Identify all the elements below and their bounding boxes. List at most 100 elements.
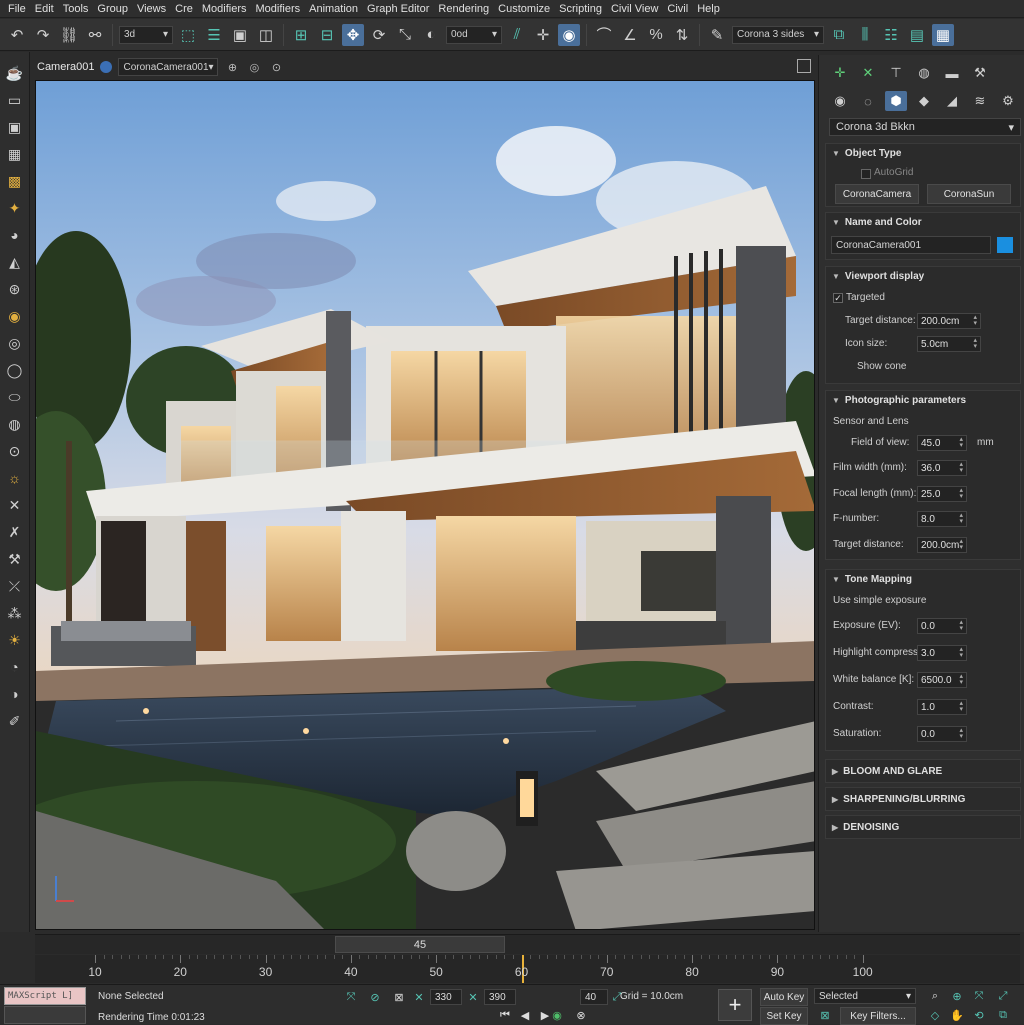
box-icon[interactable]: ▣ xyxy=(5,116,25,138)
modify-tab-icon[interactable]: ✕ xyxy=(857,63,879,83)
set-key-button[interactable]: Set Key xyxy=(760,1007,808,1025)
menu-item-modifiers[interactable]: Modifiers xyxy=(255,3,309,15)
contrast-spinner[interactable]: 1.0 ▴ ▾ xyxy=(917,699,967,715)
light-icon[interactable]: ✦ xyxy=(5,197,25,219)
edit-named-selection-icon[interactable]: ✎ xyxy=(706,24,728,46)
orbit-view-icon[interactable]: ⟲ xyxy=(970,1007,988,1023)
placement-icon[interactable]: ◐ xyxy=(420,24,442,46)
menu-item-edit[interactable]: Edit xyxy=(35,3,63,15)
unlink-icon[interactable]: ⚯ xyxy=(84,24,106,46)
helper-icon[interactable]: ⊙ xyxy=(5,440,25,462)
maxscript-listener-field[interactable]: MAXScript L] xyxy=(4,987,86,1005)
simple-exposure-label[interactable]: Use simple exposure xyxy=(833,595,926,606)
name-color-header[interactable]: ▼ Name and Color xyxy=(826,213,1020,231)
zoom-extents-icon[interactable]: ⤧ xyxy=(970,988,988,1004)
select-rotate-icon[interactable]: ⊟ xyxy=(316,24,338,46)
set-key-big-button[interactable]: + xyxy=(718,989,752,1021)
systems-category-icon[interactable]: ⚙ xyxy=(997,91,1019,111)
camera-icon[interactable]: ◔ xyxy=(5,656,25,678)
tools-icon[interactable]: ✗ xyxy=(5,521,25,543)
pan-icon[interactable]: ◎ xyxy=(246,59,262,75)
menu-item-animation[interactable]: Animation xyxy=(309,3,367,15)
film-width-spinner[interactable]: 36.0 ▴ ▾ xyxy=(917,460,967,476)
cone-icon[interactable]: ◭ xyxy=(5,251,25,273)
create-tab-icon[interactable]: ✛ xyxy=(829,63,851,83)
render-setup-icon[interactable]: ▦ xyxy=(932,23,954,46)
spacewarp-icon[interactable]: ⤫ xyxy=(5,575,25,597)
utilities-tab-icon[interactable]: ⚒ xyxy=(969,63,991,83)
align-icon[interactable]: ⫼ xyxy=(854,24,876,46)
pan-view-icon[interactable]: ✋ xyxy=(948,1007,966,1023)
object-color-swatch[interactable] xyxy=(997,237,1013,253)
menu-item-views[interactable]: Views xyxy=(137,3,175,15)
white-balance-spinner[interactable]: 6500.0 ▴ ▾ xyxy=(917,672,967,688)
saturation-spinner[interactable]: 0.0 ▴ ▾ xyxy=(917,726,967,742)
key-selection-dropdown[interactable]: Selected ▾ xyxy=(814,988,916,1004)
bones-icon[interactable]: ✕ xyxy=(5,494,25,516)
shapes-category-icon[interactable]: ◌ xyxy=(857,91,879,111)
viewport-camera-label[interactable]: Camera001 xyxy=(37,61,94,73)
zoom-icon[interactable]: ⌕ xyxy=(926,988,944,1004)
geometry-category-icon[interactable]: ◉ xyxy=(829,91,851,111)
camera-dropdown[interactable]: CoronaCamera001 ▾ xyxy=(118,58,219,76)
teapot-icon[interactable]: ☕ xyxy=(5,62,25,84)
undo-icon[interactable]: ↶ xyxy=(6,24,28,46)
zoom-icon[interactable]: ⊕ xyxy=(224,59,240,75)
menu-item-file[interactable]: File xyxy=(8,3,35,15)
x-coordinate-field[interactable]: 330 xyxy=(430,989,462,1005)
zoom-extents-all-icon[interactable]: ⤢ xyxy=(994,988,1012,1004)
link-icon[interactable]: ⛓ xyxy=(58,24,80,46)
layer-explorer-icon[interactable]: ☷ xyxy=(880,24,902,46)
named-selection-dropdown[interactable]: Corona 3 sides ▾ xyxy=(732,25,824,44)
sharpening-header[interactable]: ▶ SHARPENING/BLURRING xyxy=(826,788,1020,810)
sphere-shaded-icon[interactable]: ◑ xyxy=(5,683,25,705)
spacewarps-category-icon[interactable]: ≋ xyxy=(969,91,991,111)
selection-filter-dropdown[interactable]: 3d ▾ xyxy=(119,25,173,44)
absolute-mode-icon[interactable]: ⊠ xyxy=(390,989,408,1005)
show-cone-checkbox[interactable] xyxy=(845,363,855,373)
particles-icon[interactable]: ⁂ xyxy=(5,602,25,624)
menu-item-civil[interactable]: Civil xyxy=(667,3,697,15)
fov-spinner[interactable]: 45.0 ▴ ▾ xyxy=(917,435,967,451)
sharpening-rollout[interactable]: ▶ SHARPENING/BLURRING xyxy=(825,787,1021,811)
geosphere-icon[interactable]: ◍ xyxy=(5,413,25,435)
field-of-view-icon[interactable]: ◇ xyxy=(926,1007,944,1023)
menu-item-tools[interactable]: Tools xyxy=(63,3,98,15)
camera-viewport[interactable] xyxy=(35,80,815,930)
maxscript-output-field[interactable] xyxy=(4,1006,86,1024)
zoom-all-icon[interactable]: ⊕ xyxy=(948,988,966,1004)
auto-key-button[interactable]: Auto Key xyxy=(760,988,808,1006)
trackbar[interactable]: 10 20 30 40 50 60 70 80 90 100 xyxy=(35,955,1020,983)
material-icon[interactable]: ◉ xyxy=(5,305,25,327)
wrench-icon[interactable]: ⚒ xyxy=(5,548,25,570)
menu-item-cre[interactable]: Cre xyxy=(175,3,202,15)
orbit-icon[interactable]: ⊙ xyxy=(268,59,284,75)
key-filters-button[interactable]: Key Filters... xyxy=(840,1007,916,1025)
pivot-center-icon[interactable]: ⫽ xyxy=(506,24,528,46)
spinner-snap-icon[interactable]: ⇅ xyxy=(671,24,693,46)
selection-lock-icon[interactable]: ⊘ xyxy=(366,989,384,1005)
key-mode-icon[interactable]: ◉ xyxy=(548,1007,566,1023)
keyboard-shortcut-icon[interactable]: ◉ xyxy=(558,23,580,46)
helpers-category-icon[interactable]: ◢ xyxy=(941,91,963,111)
rotate-icon[interactable]: ⟳ xyxy=(368,24,390,46)
snaps-toggle-icon[interactable]: ⌒ xyxy=(593,24,615,46)
scene-explorer-icon[interactable]: ▤ xyxy=(906,24,928,46)
sun-icon[interactable]: ☼ xyxy=(5,467,25,489)
autogrid-checkbox[interactable] xyxy=(861,169,871,179)
plane-icon[interactable]: ▭ xyxy=(5,89,25,111)
maximize-viewport-icon[interactable] xyxy=(797,59,811,73)
menu-item-scripting[interactable]: Scripting xyxy=(559,3,611,15)
bloom-glare-rollout[interactable]: ▶ BLOOM AND GLARE xyxy=(825,759,1021,783)
capsule-icon[interactable]: ⬭ xyxy=(5,386,25,408)
exposure-spinner[interactable]: 0.0 ▴ ▾ xyxy=(917,618,967,634)
reference-coord-dropdown[interactable]: 0od ▾ xyxy=(446,25,502,44)
time-slider-thumb[interactable]: 45 xyxy=(335,936,505,953)
vd-target-distance-spinner[interactable]: 200.0cm ▴ ▾ xyxy=(917,313,981,329)
menu-item-modifiers[interactable]: Modifiers xyxy=(202,3,256,15)
cylinder-icon[interactable]: ◎ xyxy=(5,332,25,354)
denoising-rollout[interactable]: ▶ DENOISING xyxy=(825,815,1021,839)
go-to-start-icon[interactable]: ⏮ xyxy=(496,1007,514,1023)
angle-snap-icon[interactable]: ∠ xyxy=(619,24,641,46)
time-config-icon[interactable]: ⊗ xyxy=(572,1007,590,1023)
